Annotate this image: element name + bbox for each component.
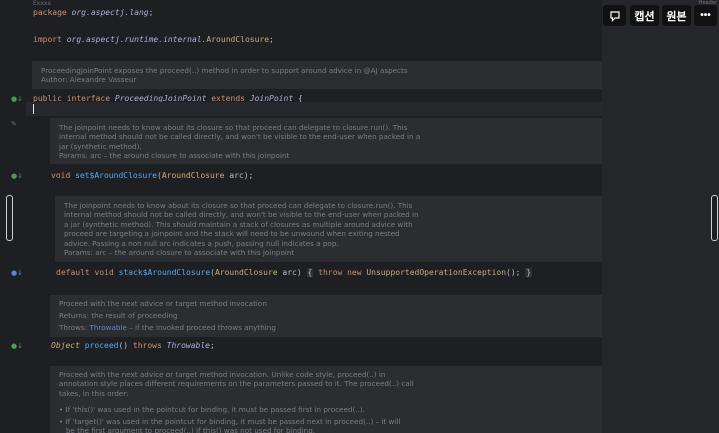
stack-param-name: arc (282, 268, 297, 277)
left-resize-handle[interactable] (6, 195, 13, 241)
proceed-method-declaration[interactable]: Object proceed() throws Throwable; (51, 341, 215, 351)
set-method-declaration[interactable]: void set$AroundClosure(AroundClosure arc… (51, 171, 253, 181)
code-editor[interactable]: Exxxx package org.aspectj.lang; import o… (0, 0, 602, 433)
doc-interface: ProceedingJoinPoint exposes the proceed(… (41, 66, 408, 85)
comment-button[interactable] (603, 5, 626, 26)
throwable-link[interactable]: Throwable (89, 323, 126, 332)
import-class: AroundClosure (206, 35, 270, 44)
right-resize-handle[interactable] (711, 195, 718, 241)
current-line-highlight (26, 102, 602, 116)
stack-method-name: stack$AroundClosure (118, 268, 211, 277)
doc-proceed-args: Proceed with the next advice or target m… (59, 370, 414, 398)
top-fragment: Exxxx (33, 0, 52, 7)
set-return-type: void (51, 171, 71, 180)
package-keyword: package (33, 8, 67, 17)
doc-proceed-returns: Returns: the result of proceeding (59, 311, 178, 320)
more-button[interactable]: ••• (694, 5, 717, 26)
doc-proceed-bullet-1: • If 'this()' was used in the pointcut f… (59, 405, 365, 414)
throws-keyword: throws (132, 341, 162, 350)
set-method-name: set$AroundClosure (75, 171, 157, 180)
import-line[interactable]: import org.aspectj.runtime.internal.Arou… (33, 35, 274, 45)
text-caret (33, 104, 34, 114)
proceed-exception: Throwable (166, 341, 210, 350)
implemented-icon[interactable]: ●↓ (11, 172, 23, 180)
import-package: org.aspectj.runtime.internal. (66, 35, 207, 44)
editor-gutter (0, 0, 26, 433)
stack-method-declaration[interactable]: default void stack$AroundClosure(AroundC… (56, 268, 533, 278)
overridden-icon[interactable]: ●↓ (11, 269, 23, 277)
set-param-name: arc (229, 171, 244, 180)
doc-proceed-summary: Proceed with the next advice or target m… (59, 299, 267, 308)
set-param-type: AroundClosure (161, 171, 225, 180)
package-line[interactable]: package org.aspectj.lang; (33, 8, 153, 18)
screenshot-frame: Exxxx package org.aspectj.lang; import o… (0, 0, 719, 433)
doc-stack: The joinpoint needs to know about its cl… (64, 201, 419, 258)
doc-proceed-throws: Throws: Throwable – if the invoked proce… (59, 323, 276, 332)
stack-body-keyword: throw new (318, 268, 362, 277)
doc-proceed-bullet-2: • If 'target()' was used in the pointcut… (59, 417, 401, 433)
import-keyword: import (33, 35, 62, 44)
proceed-return-type: Object (51, 341, 80, 350)
implemented-icon[interactable]: ●↓ (11, 342, 23, 350)
stack-body-class: UnsupportedOperationException (366, 268, 507, 277)
stack-modifiers: default void (56, 268, 114, 277)
original-button[interactable]: 원본 (662, 5, 691, 26)
proceed-method-name: proceed (84, 341, 119, 350)
caption-button[interactable]: 캡션 (630, 5, 659, 26)
doc-set: The joinpoint needs to know about its cl… (59, 123, 421, 161)
right-pane (602, 0, 719, 433)
edit-pencil-icon[interactable]: ✎ (11, 120, 19, 128)
speech-bubble-icon (609, 10, 620, 22)
implemented-icon[interactable]: ●↓ (11, 95, 23, 103)
package-name: org.aspectj.lang (71, 8, 149, 17)
stack-param-type: AroundClosure (214, 268, 278, 277)
